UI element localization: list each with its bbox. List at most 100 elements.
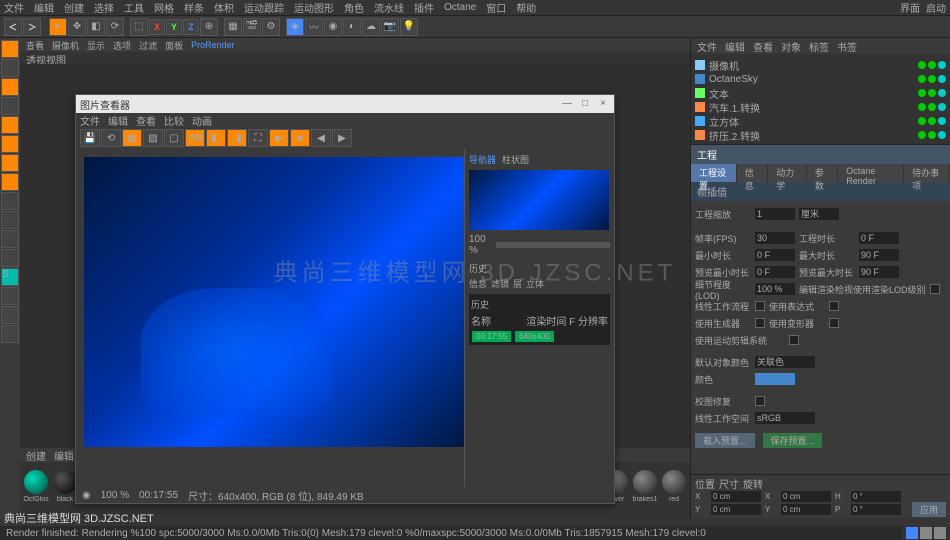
pv-menu-view[interactable]: 查看 — [136, 113, 156, 128]
tree-item-OctaneSky[interactable]: OctaneSky — [695, 72, 946, 86]
pv-filter-tab[interactable]: 滤镜 — [491, 277, 509, 290]
live-select-button[interactable]: ▸ — [49, 18, 67, 36]
val-p[interactable]: 0 ° — [851, 504, 901, 515]
point-mode-button[interactable] — [1, 135, 19, 153]
tree-item-立方体[interactable]: 立方体 — [695, 114, 946, 128]
menu-file[interactable]: 文件 — [4, 0, 24, 15]
menu-character[interactable]: 角色 — [344, 0, 364, 15]
val-sx[interactable]: 0 cm — [781, 491, 831, 502]
enable-axis-button[interactable] — [1, 211, 19, 229]
mat-create[interactable]: 创建 — [26, 448, 46, 463]
chk-mograph[interactable] — [789, 335, 799, 345]
workplane-button[interactable] — [1, 78, 19, 96]
menu-volume[interactable]: 体积 — [214, 0, 234, 15]
scale-button[interactable]: ◧ — [87, 18, 105, 36]
tree-item-汽车.1.转换[interactable]: 汽车.1.转换 — [695, 100, 946, 114]
chk-expr[interactable] — [829, 301, 839, 311]
vp-camera[interactable]: 摄像机 — [52, 39, 79, 52]
val-dur[interactable]: 0 F — [859, 232, 899, 244]
tab-dynamics[interactable]: 动力学 — [768, 164, 807, 182]
om-objects[interactable]: 对象 — [781, 39, 801, 54]
render-settings-button[interactable]: ⚙ — [262, 18, 280, 36]
vp-display[interactable]: 显示 — [87, 39, 105, 52]
redo-button[interactable] — [23, 18, 41, 36]
pv-render-image[interactable] — [84, 157, 464, 447]
render-pv-button[interactable]: 🎬 — [243, 18, 261, 36]
val-pmin[interactable]: 0 F — [755, 266, 795, 278]
pv-menu-edit[interactable]: 编辑 — [108, 113, 128, 128]
material-brakes1[interactable]: brakes1 — [631, 470, 659, 510]
pv-stop-button[interactable]: ■ — [290, 129, 310, 147]
material-red[interactable]: red — [660, 470, 688, 510]
vp-filter[interactable]: 过滤 — [139, 39, 157, 52]
val-min[interactable]: 0 F — [755, 249, 795, 261]
model-mode-button[interactable] — [1, 40, 19, 58]
val-scale[interactable]: 1 — [755, 208, 795, 220]
mat-edit[interactable]: 编辑 — [54, 448, 74, 463]
workplane-settings-button[interactable] — [1, 287, 19, 305]
pv-history-button[interactable]: ⟲ — [101, 129, 121, 147]
apply-button[interactable]: 应用 — [912, 502, 946, 517]
val-max[interactable]: 90 F — [859, 249, 899, 261]
minimize-icon[interactable]: — — [560, 97, 574, 111]
vp-options[interactable]: 选项 — [113, 39, 131, 52]
planar-workplane-button[interactable] — [1, 325, 19, 343]
tree-item-toggles[interactable] — [918, 131, 946, 139]
val-defcol[interactable]: 关联色 — [755, 356, 815, 368]
pv-next-button[interactable]: ▶ — [332, 129, 352, 147]
z-axis-toggle[interactable]: Z — [183, 19, 199, 35]
vp-view[interactable]: 查看 — [26, 39, 44, 52]
add-environment-button[interactable]: ☁ — [362, 18, 380, 36]
menu-select[interactable]: 选择 — [94, 0, 114, 15]
y-axis-toggle[interactable]: Y — [166, 19, 182, 35]
menu-plugins[interactable]: 插件 — [414, 0, 434, 15]
color-swatch[interactable] — [755, 373, 795, 385]
pv-ab-button[interactable]: AB — [185, 129, 205, 147]
tab-refs[interactable]: 参数 — [807, 164, 838, 182]
x-axis-toggle[interactable]: X — [149, 19, 165, 35]
chk-linear[interactable] — [755, 301, 765, 311]
tray-icon-3[interactable] — [934, 527, 946, 539]
tree-item-toggles[interactable] — [918, 103, 946, 111]
val-sy[interactable]: 0 cm — [781, 504, 831, 515]
pv-play-button[interactable]: ▶ — [269, 129, 289, 147]
menu-pipeline[interactable]: 流水线 — [374, 0, 404, 15]
pv-menu-file[interactable]: 文件 — [80, 113, 100, 128]
val-fps[interactable]: 30 — [755, 232, 795, 244]
axis-mode-button[interactable] — [1, 192, 19, 210]
menu-spline[interactable]: 样条 — [184, 0, 204, 15]
tree-item-文本[interactable]: 文本 — [695, 86, 946, 100]
render-view-button[interactable]: ▦ — [224, 18, 242, 36]
pv-histogram-tab[interactable]: 柱状图 — [502, 153, 529, 166]
om-file[interactable]: 文件 — [697, 39, 717, 54]
val-pmax[interactable]: 90 F — [859, 266, 899, 278]
chk-fix[interactable] — [755, 396, 765, 406]
pv-titlebar[interactable]: 图片查看器 — □ × — [76, 95, 614, 113]
pv-filter-button[interactable]: ◨ — [227, 129, 247, 147]
tab-todo[interactable]: 待办事项 — [904, 164, 950, 182]
tree-item-toggles[interactable] — [918, 117, 946, 125]
close-icon[interactable]: × — [596, 97, 610, 111]
tree-item-toggles[interactable] — [918, 89, 946, 97]
viewport[interactable]: 图片查看器 — □ × 文件 编辑 查看 比较 动画 💾 ⟲ ▦ ▨ ▢ AB … — [20, 64, 690, 448]
maximize-icon[interactable]: □ — [578, 97, 592, 111]
add-deformer-button[interactable]: ◐ — [343, 18, 361, 36]
layout-value[interactable]: 启动 — [926, 0, 946, 15]
vp-panel[interactable]: 面板 — [165, 39, 183, 52]
pv-info-tab[interactable]: 信息 — [469, 277, 487, 290]
menu-tools[interactable]: 工具 — [124, 0, 144, 15]
load-preset-button[interactable]: 载入预置... — [695, 433, 755, 448]
val-lod[interactable]: 100 % — [755, 283, 795, 295]
object-tree[interactable]: 摄像机OctaneSky文本汽车.1.转换立方体挤压.2.转换 — [691, 54, 950, 144]
menu-mograph[interactable]: 运动图形 — [294, 0, 334, 15]
coord-system-button[interactable]: ⊕ — [200, 18, 218, 36]
add-cube-button[interactable]: ◈ — [286, 18, 304, 36]
val-px[interactable]: 0 cm — [711, 491, 761, 502]
tree-item-toggles[interactable] — [918, 75, 946, 83]
chk-lod[interactable] — [930, 284, 940, 294]
menu-edit[interactable]: 编辑 — [34, 0, 54, 15]
pv-channel-icon[interactable]: ◉ — [82, 490, 91, 501]
pv-fullscreen-button[interactable]: ⛶ — [248, 129, 268, 147]
pv-alpha-button[interactable]: ▨ — [143, 129, 163, 147]
pv-zoom-slider[interactable] — [496, 242, 610, 248]
